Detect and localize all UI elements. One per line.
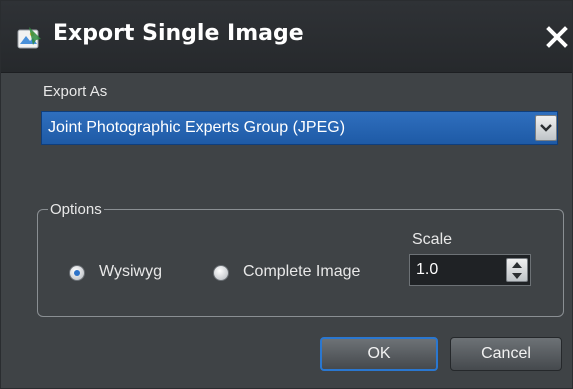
- radio-selected-icon: [69, 265, 85, 281]
- arrow-down-icon: [512, 273, 522, 279]
- scale-value: 1.0: [416, 261, 439, 278]
- scale-spinner: [506, 258, 528, 282]
- arrow-up-icon: [512, 262, 522, 268]
- scale-input[interactable]: 1.0: [409, 254, 531, 286]
- radio-complete-image-label: Complete Image: [243, 263, 361, 280]
- scale-label: Scale: [412, 231, 453, 248]
- export-as-label: Export As: [43, 83, 108, 100]
- options-legend: Options: [48, 201, 104, 218]
- export-dialog: Export Single Image Export As Joint Phot…: [0, 0, 573, 389]
- export-image-icon: [15, 25, 43, 53]
- window-title: Export Single Image: [53, 21, 304, 46]
- close-button[interactable]: [544, 23, 570, 51]
- title-bar[interactable]: Export Single Image: [1, 1, 572, 73]
- spin-down-button[interactable]: [507, 270, 527, 281]
- dropdown-arrow-button[interactable]: [535, 115, 557, 141]
- close-icon: [546, 26, 568, 48]
- radio-wysiwyg-label: Wysiwyg: [99, 263, 162, 280]
- spin-up-button[interactable]: [507, 259, 527, 270]
- format-dropdown[interactable]: Joint Photographic Experts Group (JPEG): [41, 111, 558, 145]
- format-selected-value: Joint Photographic Experts Group (JPEG): [48, 119, 346, 136]
- chevron-down-icon: [540, 124, 552, 132]
- radio-unselected-icon: [213, 265, 229, 281]
- ok-button[interactable]: OK: [320, 337, 438, 371]
- cancel-button[interactable]: Cancel: [450, 337, 562, 371]
